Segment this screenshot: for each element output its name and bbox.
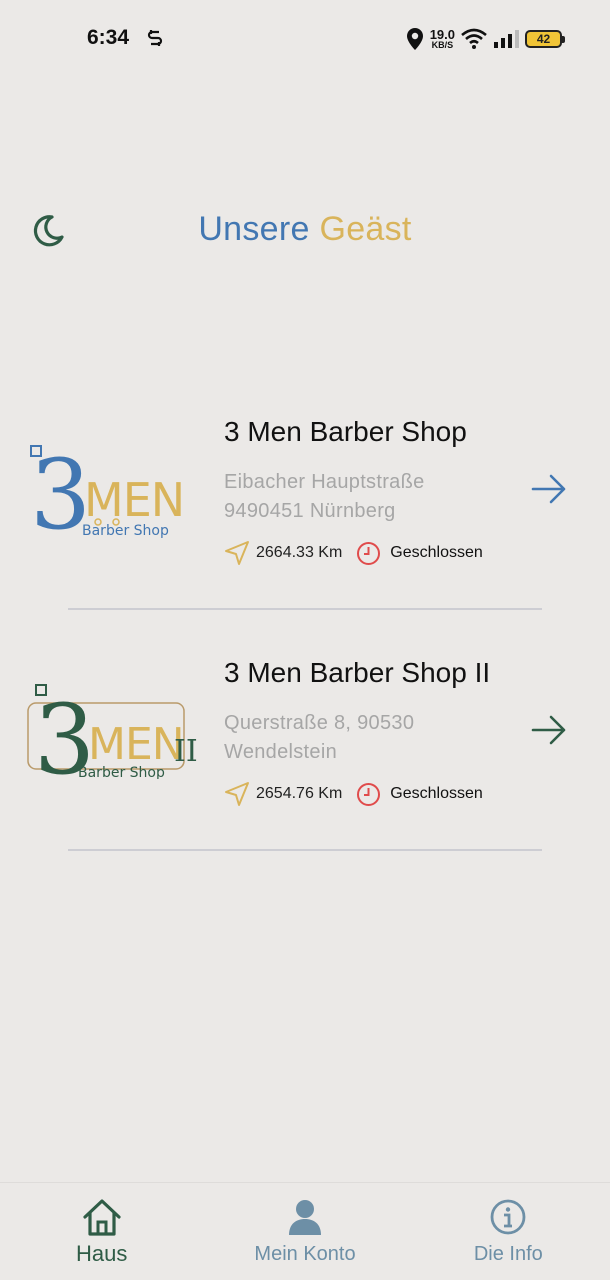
nav-item-mein-konto[interactable]: Mein Konto	[203, 1183, 406, 1280]
address-line-2: 9490451 Nürnberg	[224, 500, 396, 522]
divider	[68, 608, 542, 610]
signal-icon	[494, 30, 519, 48]
shop-distance: 2664.33 Km	[256, 544, 343, 561]
shop-status: Geschlossen	[390, 785, 483, 802]
sync-icon	[147, 30, 163, 46]
title-part-2: Geäst	[319, 210, 412, 248]
shop-name: 3 Men Barber Shop	[224, 416, 467, 447]
battery-indicator: 42	[525, 30, 565, 48]
address-line-1: Querstraße 8, 90530	[224, 712, 415, 734]
address-line-2: Wendelstein	[224, 741, 337, 763]
status-right: 19.0 KB/S 42	[406, 24, 565, 54]
bottom-navigation: Haus Mein Konto Die Info	[0, 1182, 610, 1280]
nav-label-die-info: Die Info	[473, 1243, 543, 1265]
arrow-right-icon[interactable]	[530, 472, 568, 506]
logo-tagline: Barber Shop	[82, 523, 169, 538]
logo-word: MEN	[88, 719, 184, 770]
shop-distance: 2654.76 Km	[256, 785, 343, 802]
page-title: Unsere Geäst	[0, 210, 610, 249]
nav-label-haus: Haus	[75, 1241, 128, 1266]
status-time: 6:34	[87, 26, 130, 49]
nav-item-haus[interactable]: Haus	[0, 1183, 203, 1280]
network-speed: 19.0 KB/S	[430, 28, 455, 50]
shop-card[interactable]: 3 MEN Barber Shop 3 Men Barber Shop Eiba…	[0, 410, 610, 610]
home-icon	[83, 1199, 121, 1236]
navigation-icon	[225, 782, 249, 806]
shop-status: Geschlossen	[390, 544, 483, 561]
shop-logo: 3 MEN Barber Shop	[30, 439, 185, 538]
nav-label-mein-konto: Mein Konto	[254, 1243, 356, 1265]
logo-tagline: Barber Shop	[78, 765, 165, 779]
title-part-1: Unsere	[198, 210, 310, 248]
shop-meta: 2654.76 Km Geschlossen	[224, 779, 483, 809]
address-line-1: Eibacher Hauptstraße	[224, 471, 425, 493]
wifi-icon	[461, 28, 487, 49]
shop-name: 3 Men Barber Shop II	[224, 657, 491, 688]
info-icon	[490, 1199, 526, 1235]
shop-card[interactable]: 3 MEN II Barber Shop 3 Men Barber Shop I…	[0, 651, 610, 851]
shop-meta: 2664.33 Km Geschlossen	[224, 538, 483, 568]
logo-suffix: II	[174, 734, 198, 769]
user-icon	[288, 1200, 321, 1235]
speed-unit: KB/S	[431, 40, 454, 50]
shop-address: Eibacher Hauptstraße 9490451 Nürnberg	[224, 468, 514, 526]
shop-address: Querstraße 8, 90530 Wendelstein	[224, 709, 514, 767]
clock-icon	[357, 782, 381, 806]
divider	[68, 849, 542, 851]
arrow-right-icon[interactable]	[530, 713, 568, 747]
nav-item-die-info[interactable]: Die Info	[407, 1183, 610, 1280]
clock-icon	[357, 541, 381, 565]
status-bar: 6:34 19.0 KB/S 42	[0, 0, 610, 78]
location-icon	[406, 28, 423, 50]
shop-logo: 3 MEN II Barber Shop	[27, 684, 198, 779]
navigation-icon	[225, 541, 249, 565]
